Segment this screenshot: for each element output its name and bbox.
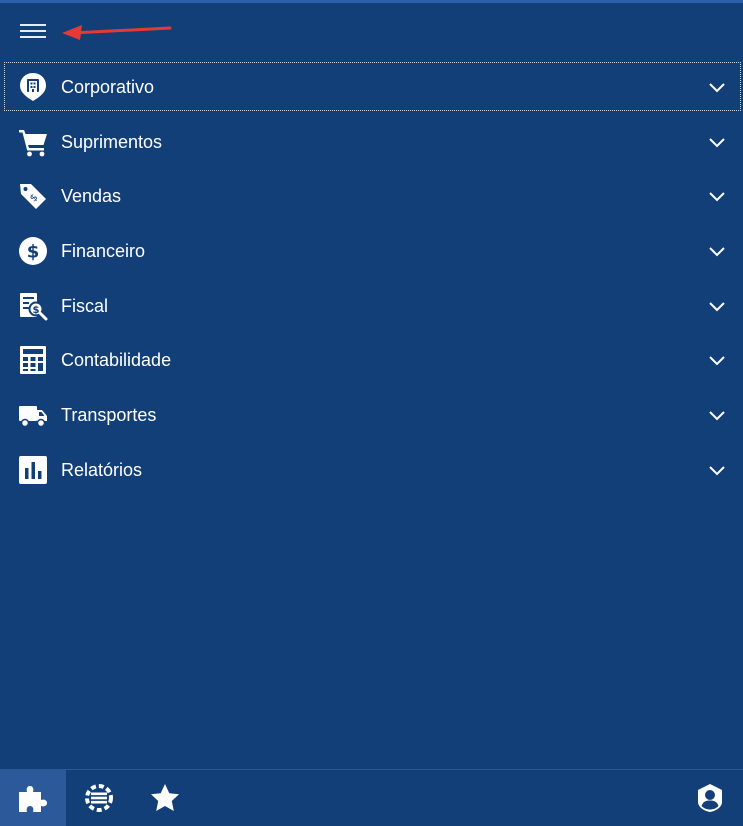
- dollar-coin-icon: $: [18, 236, 48, 266]
- chevron-down-icon[interactable]: [707, 296, 727, 316]
- svg-text:$: $: [33, 305, 40, 316]
- menu-item-transportes[interactable]: Transportes: [0, 387, 743, 442]
- menu-item-label: Corporativo: [61, 77, 155, 97]
- main-navigation-menu: Corporativo Suprimentos $ Vendas $ Finan…: [0, 59, 743, 497]
- menu-item-relatorios[interactable]: Relatórios: [0, 442, 743, 497]
- shopping-cart-icon: [18, 127, 48, 157]
- chevron-down-icon[interactable]: [707, 350, 727, 370]
- price-tag-icon: $: [18, 181, 48, 211]
- building-pin-icon: [18, 72, 48, 102]
- calculator-icon: [18, 345, 48, 375]
- settings-button[interactable]: [66, 770, 132, 826]
- user-profile-icon: [698, 784, 722, 812]
- chevron-down-icon[interactable]: [707, 460, 727, 480]
- favorites-button[interactable]: [132, 770, 198, 826]
- chevron-down-icon[interactable]: [707, 132, 727, 152]
- bar-chart-icon: [18, 455, 48, 485]
- truck-icon: [18, 400, 48, 430]
- red-arrow-annotation-icon: [62, 25, 172, 40]
- menu-item-label: Fiscal: [61, 295, 109, 316]
- menu-item-label: Relatórios: [61, 459, 143, 480]
- settings-sliders-icon: [85, 784, 113, 812]
- user-profile-button[interactable]: [677, 770, 743, 826]
- menu-item-financeiro[interactable]: $ Financeiro: [0, 223, 743, 278]
- menu-item-corporativo[interactable]: Corporativo: [0, 59, 743, 114]
- tax-document-search-icon: $: [18, 291, 48, 321]
- bottom-toolbar: [0, 769, 743, 826]
- svg-text:$: $: [27, 242, 40, 263]
- chevron-down-icon[interactable]: [707, 241, 727, 261]
- menu-item-contabilidade[interactable]: Contabilidade: [0, 332, 743, 387]
- chevron-down-icon[interactable]: [707, 405, 727, 425]
- header: [0, 3, 743, 59]
- hamburger-menu-button[interactable]: [20, 21, 46, 41]
- puzzle-icon: [19, 786, 47, 812]
- chevron-down-icon[interactable]: [707, 77, 727, 97]
- menu-item-label: Suprimentos: [61, 131, 163, 152]
- chevron-down-icon[interactable]: [707, 186, 727, 206]
- menu-item-label: Financeiro: [61, 241, 146, 262]
- menu-item-suprimentos[interactable]: Suprimentos: [0, 114, 743, 169]
- menu-item-fiscal[interactable]: $ Fiscal: [0, 278, 743, 333]
- menu-item-vendas[interactable]: $ Vendas: [0, 168, 743, 223]
- menu-item-label: Transportes: [61, 405, 157, 426]
- star-icon: [151, 784, 179, 811]
- menu-item-label: Vendas: [61, 186, 122, 207]
- modules-button[interactable]: [0, 770, 66, 826]
- menu-item-label: Contabilidade: [61, 350, 172, 371]
